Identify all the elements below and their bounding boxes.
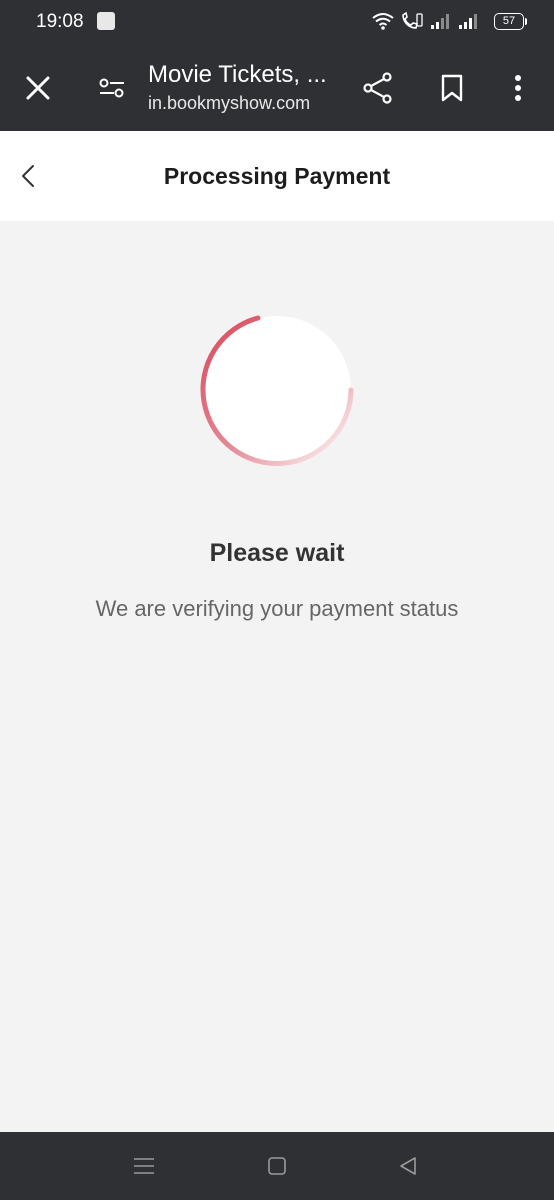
signal-icon	[459, 14, 477, 29]
system-back-button[interactable]	[388, 1146, 428, 1186]
verifying-payment-text: We are verifying your payment status	[95, 596, 459, 621]
recents-button[interactable]	[124, 1146, 164, 1186]
browser-url[interactable]: in.bookmyshow.com	[148, 92, 310, 114]
loading-spinner	[200, 315, 354, 467]
battery-indicator: 57	[494, 13, 527, 30]
page-title: Processing Payment	[163, 163, 391, 189]
close-icon	[26, 76, 50, 100]
status-bar: 19:08 57	[0, 0, 554, 44]
more-vertical-icon	[515, 75, 521, 101]
browser-toolbar: Movie Tickets, ... in.bookmyshow.com	[0, 44, 554, 131]
share-icon	[363, 72, 392, 104]
wifi-icon	[372, 13, 394, 30]
bookmark-button[interactable]	[430, 66, 474, 110]
page-header: Processing Payment	[0, 131, 554, 221]
page-settings-button[interactable]	[92, 68, 132, 108]
triangle-back-icon	[400, 1157, 416, 1175]
home-button[interactable]	[257, 1146, 297, 1186]
please-wait-heading: Please wait	[209, 539, 345, 567]
call-icon	[402, 12, 423, 29]
share-button[interactable]	[356, 66, 400, 110]
browser-page-title: Movie Tickets, ...	[148, 61, 327, 88]
notification-app-icon	[97, 12, 115, 30]
more-options-button[interactable]	[500, 66, 536, 110]
signal-icon	[431, 14, 449, 29]
sliders-icon	[99, 78, 124, 98]
status-time: 19:08	[36, 11, 84, 32]
close-button[interactable]	[18, 68, 58, 108]
bookmark-icon	[441, 74, 463, 102]
square-icon	[268, 1157, 286, 1175]
menu-icon	[134, 1158, 154, 1174]
system-navigation-bar	[0, 1132, 554, 1200]
